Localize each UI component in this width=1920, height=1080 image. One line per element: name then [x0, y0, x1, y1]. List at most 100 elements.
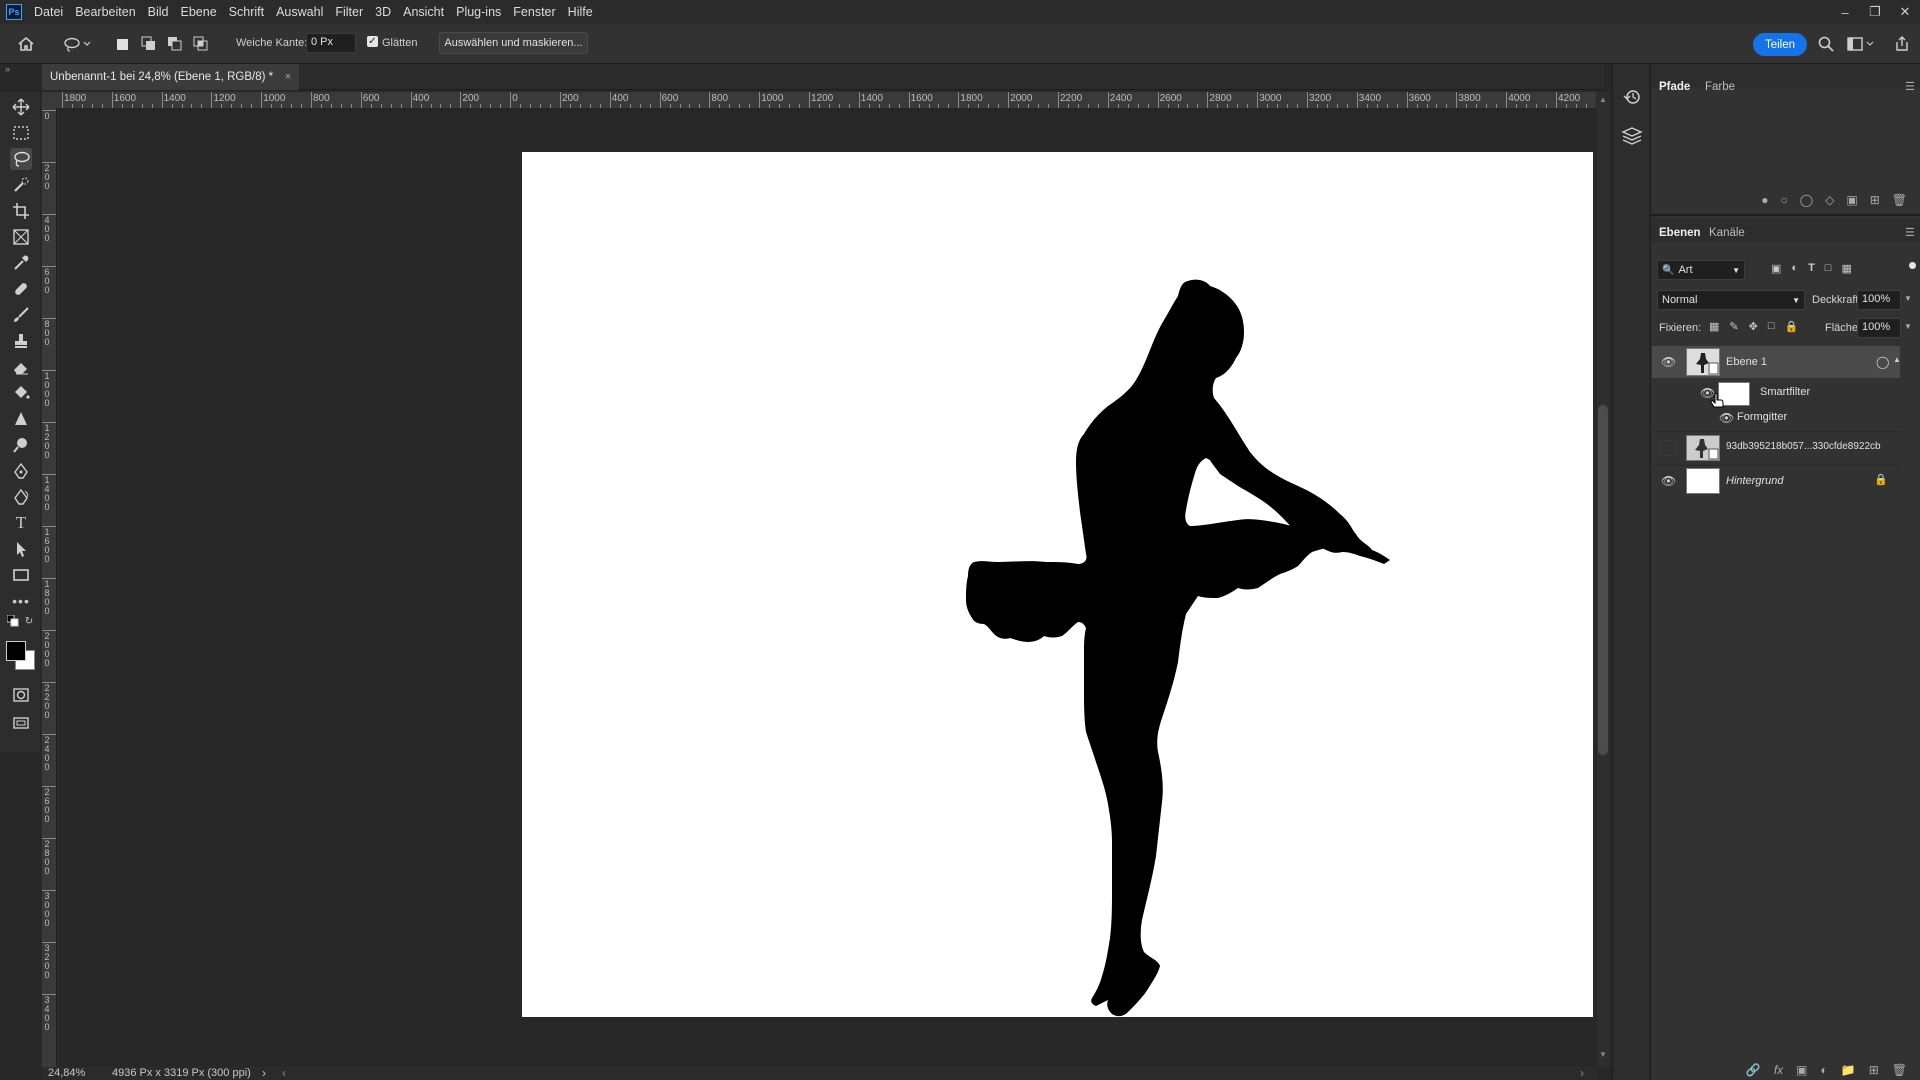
fill-path-icon[interactable]: ● — [1761, 193, 1768, 207]
default-colors-icon[interactable] — [6, 614, 20, 628]
menu-ebene[interactable]: Ebene — [175, 0, 223, 24]
lock-position-icon[interactable]: ✥ — [1749, 320, 1758, 333]
brush-tool-icon[interactable] — [10, 304, 32, 326]
layer-style-icon[interactable]: fx — [1774, 1063, 1783, 1077]
type-tool-icon[interactable]: T — [10, 512, 32, 534]
load-selection-icon[interactable]: ◯ — [1800, 193, 1813, 207]
tab-pfade[interactable]: Pfade — [1659, 81, 1690, 93]
stroke-path-icon[interactable]: ○ — [1780, 193, 1787, 207]
scroll-up-icon[interactable]: ▲ — [1599, 95, 1607, 104]
frame-tool-icon[interactable] — [10, 226, 32, 248]
menu-hilfe[interactable]: Hilfe — [562, 0, 599, 24]
blend-mode-select[interactable]: Normal ▼ — [1657, 290, 1805, 310]
link-layers-icon[interactable]: 🔗 — [1746, 1063, 1761, 1077]
sharpen-tool-icon[interactable] — [10, 408, 32, 430]
menu-ansicht[interactable]: Ansicht — [397, 0, 450, 24]
add-selection-icon[interactable] — [139, 34, 159, 54]
lasso-tool-preset-icon[interactable] — [60, 34, 94, 54]
menu-3d[interactable]: 3D — [369, 0, 397, 24]
visibility-eye-icon[interactable]: 👁 — [1661, 355, 1676, 369]
opacity-input[interactable]: 100% — [1857, 290, 1901, 310]
visibility-eye-icon[interactable]: 👁 — [1719, 411, 1734, 425]
rectangle-tool-icon[interactable] — [10, 564, 32, 586]
menu-fenster[interactable]: Fenster — [507, 0, 561, 24]
filter-toggle[interactable] — [1909, 262, 1916, 269]
panel-menu-icon[interactable]: ☰ — [1905, 80, 1915, 93]
screen-mode-icon[interactable] — [10, 712, 32, 734]
lock-icon[interactable]: 🔒 — [1874, 473, 1888, 486]
fill-input[interactable]: 100% — [1857, 318, 1901, 338]
add-mask-icon[interactable]: ▣ — [1796, 1063, 1807, 1077]
quick-selection-tool-icon[interactable] — [10, 174, 32, 196]
lock-artboard-icon[interactable]: □ — [1768, 320, 1775, 333]
lock-paint-icon[interactable]: ✎ — [1729, 320, 1738, 333]
paint-bucket-tool-icon[interactable] — [10, 382, 32, 404]
marquee-tool-icon[interactable] — [10, 122, 32, 144]
make-path-icon[interactable]: ◇ — [1825, 193, 1834, 207]
scroll-left-icon[interactable]: ‹ — [282, 1066, 286, 1080]
menu-bild[interactable]: Bild — [142, 0, 175, 24]
tab-farbe[interactable]: Farbe — [1705, 81, 1735, 93]
stamp-tool-icon[interactable] — [10, 330, 32, 352]
layers-panel-icon[interactable] — [1621, 126, 1643, 151]
crop-tool-icon[interactable] — [10, 200, 32, 222]
adjustment-layer-icon[interactable]: ◐ — [1821, 1063, 1828, 1077]
lock-transparent-icon[interactable]: ▦ — [1709, 320, 1719, 333]
swap-colors-icon[interactable]: ↻ — [22, 614, 36, 628]
opacity-dropdown-icon[interactable]: ▼ — [1904, 294, 1912, 303]
layers-panel-menu-icon[interactable]: ☰ — [1905, 226, 1915, 239]
document-tab[interactable]: Unbenannt-1 bei 24,8% (Ebene 1, RGB/8) *… — [42, 64, 300, 90]
workspace-icon[interactable] — [1846, 34, 1876, 54]
menu-plugins[interactable]: Plug-ins — [450, 0, 507, 24]
delete-path-icon[interactable]: 🗑 — [1892, 193, 1907, 207]
collapse-effects-icon[interactable]: ▲ — [1893, 355, 1901, 364]
filter-pixel-icon[interactable]: ▣ — [1771, 262, 1781, 275]
menu-bearbeiten[interactable]: Bearbeiten — [69, 0, 141, 24]
vertical-scrollbar-thumb[interactable] — [1598, 405, 1608, 755]
menu-auswahl[interactable]: Auswahl — [270, 0, 329, 24]
antialias-checkbox[interactable]: ✓ — [367, 36, 378, 47]
tab-ebenen[interactable]: Ebenen — [1659, 227, 1701, 239]
close-tab-icon[interactable]: × — [285, 64, 291, 90]
quick-mask-icon[interactable] — [10, 684, 32, 706]
status-menu-arrow[interactable]: › — [262, 1066, 266, 1080]
healing-brush-tool-icon[interactable] — [10, 278, 32, 300]
eyedropper-tool-icon[interactable] — [10, 252, 32, 274]
share-button[interactable]: Teilen — [1753, 33, 1807, 56]
layer-name[interactable]: Hintergrund — [1726, 475, 1783, 487]
new-layer-icon[interactable]: ⊞ — [1869, 1063, 1879, 1077]
filter-type-icon[interactable]: T — [1808, 262, 1815, 275]
new-group-icon[interactable]: 📁 — [1841, 1063, 1856, 1077]
fill-dropdown-icon[interactable]: ▼ — [1904, 322, 1912, 331]
path-selection-tool-icon[interactable] — [10, 538, 32, 560]
subtract-selection-icon[interactable] — [165, 34, 185, 54]
visibility-eye-icon[interactable]: 👁 — [1661, 474, 1676, 488]
export-icon[interactable] — [1892, 34, 1912, 54]
tab-kanaele[interactable]: Kanäle — [1709, 227, 1745, 239]
dodge-tool-icon[interactable] — [10, 434, 32, 456]
filter-formgitter-label[interactable]: Formgitter — [1737, 411, 1787, 423]
new-path-icon[interactable]: ⊞ — [1870, 193, 1880, 207]
foreground-color-swatch[interactable] — [6, 641, 26, 661]
lasso-tool-icon[interactable] — [10, 148, 32, 170]
new-selection-icon[interactable] — [112, 34, 132, 54]
more-tools-icon[interactable]: ••• — [10, 590, 32, 612]
curvature-pen-tool-icon[interactable] — [10, 486, 32, 508]
intersect-selection-icon[interactable] — [191, 34, 211, 54]
scroll-right-icon[interactable]: › — [1580, 1066, 1584, 1080]
home-icon[interactable] — [16, 34, 36, 54]
minimize-icon[interactable]: – — [1830, 0, 1860, 24]
toolbar-collapse-icon[interactable]: » — [5, 64, 10, 74]
lock-all-icon[interactable]: 🔒 — [1785, 320, 1799, 333]
zoom-level[interactable]: 24,84% — [48, 1067, 85, 1079]
feather-input[interactable]: 0 Px — [306, 33, 356, 53]
menu-schrift[interactable]: Schrift — [223, 0, 270, 24]
filter-smartobject-icon[interactable]: ▦ — [1841, 262, 1851, 275]
search-icon[interactable] — [1816, 34, 1836, 54]
move-tool-icon[interactable] — [10, 96, 32, 118]
menu-filter[interactable]: Filter — [329, 0, 369, 24]
filter-shape-icon[interactable]: □ — [1825, 262, 1832, 275]
eraser-tool-icon[interactable] — [10, 356, 32, 378]
add-mask-icon[interactable]: ▣ — [1846, 193, 1857, 207]
delete-layer-icon[interactable]: 🗑 — [1892, 1063, 1907, 1077]
